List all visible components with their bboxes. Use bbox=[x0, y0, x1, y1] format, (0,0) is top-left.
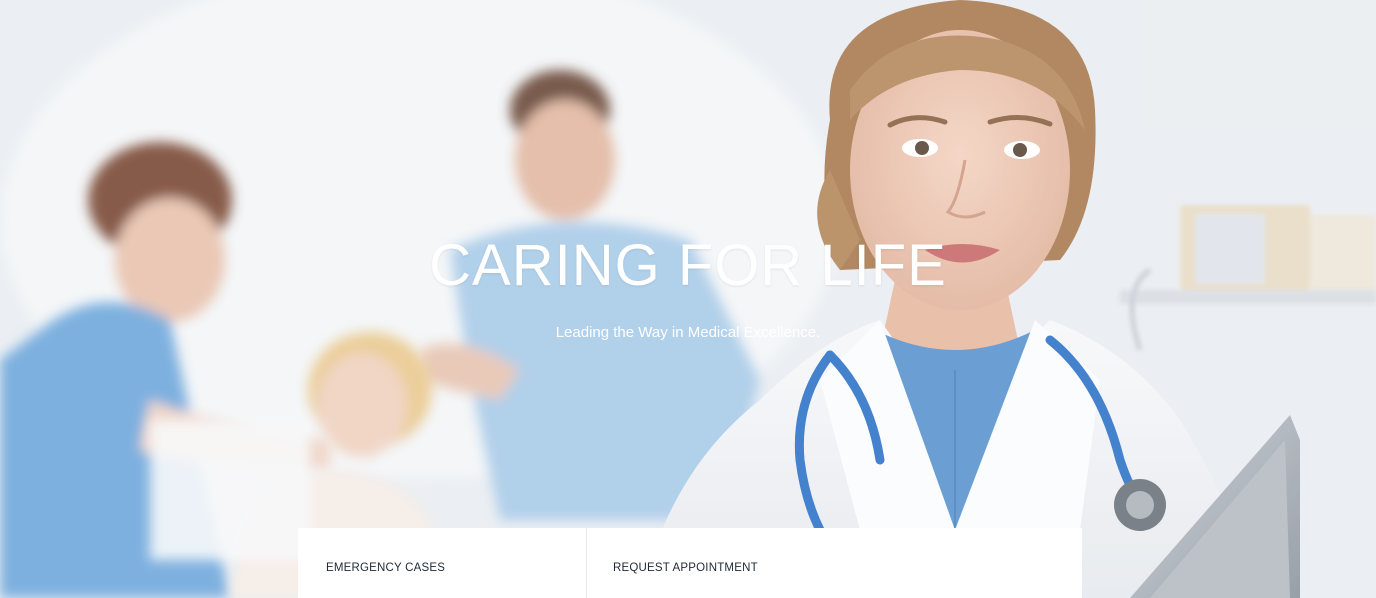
hero-section: CARING FOR LIFE Leading the Way in Medic… bbox=[0, 0, 1376, 598]
request-appointment-label: REQUEST APPOINTMENT bbox=[613, 562, 758, 574]
request-appointment-panel[interactable]: REQUEST APPOINTMENT bbox=[586, 528, 1082, 598]
emergency-cases-panel[interactable]: EMERGENCY CASES bbox=[298, 528, 586, 598]
hero-overlay bbox=[0, 0, 1376, 598]
hero-title: CARING FOR LIFE bbox=[429, 233, 947, 298]
info-bar: EMERGENCY CASES REQUEST APPOINTMENT bbox=[298, 528, 1082, 598]
hero-subtitle: Leading the Way in Medical Excellence. bbox=[555, 324, 821, 341]
emergency-cases-label: EMERGENCY CASES bbox=[326, 562, 446, 574]
